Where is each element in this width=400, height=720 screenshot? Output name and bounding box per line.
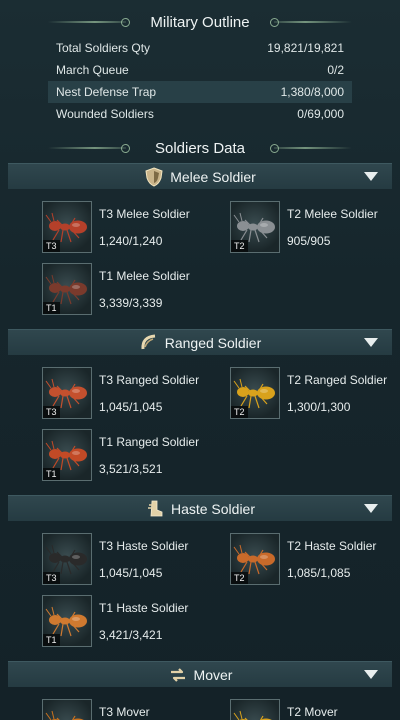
unit-card[interactable]: T3 T3 Ranged Soldier 1,045/1,045	[42, 367, 222, 423]
tier-badge: T1	[43, 634, 60, 646]
stat-value: 19,821/19,821	[267, 41, 344, 55]
unit-name: T1 Haste Soldier	[99, 601, 189, 615]
unit-portrait: T2	[230, 533, 280, 585]
tier-badge: T3	[43, 240, 60, 252]
stat-label: Wounded Soldiers	[56, 107, 154, 121]
ornament-right	[274, 21, 352, 23]
tier-badge: T2	[231, 240, 248, 252]
unit-card[interactable]: T2 T2 Ranged Soldier 1,300/1,300	[230, 367, 400, 423]
category-label: Melee Soldier	[170, 168, 256, 185]
unit-quantity: 3,521/3,521	[99, 462, 163, 476]
unit-name: T2 Ranged Soldier	[287, 373, 388, 387]
unit-name: T1 Melee Soldier	[99, 269, 190, 283]
unit-quantity: 1,045/1,045	[99, 400, 163, 414]
unit-card[interactable]: T2 T2 Mover	[230, 699, 400, 720]
shield-icon	[144, 166, 164, 187]
unit-portrait: T1	[42, 595, 92, 647]
stat-label: Total Soldiers Qty	[56, 41, 151, 55]
category-header-ranged-soldier[interactable]: Ranged Soldier	[8, 329, 392, 355]
unit-portrait: T3	[42, 367, 92, 419]
unit-portrait: T2	[230, 201, 280, 253]
unit-card[interactable]: T1 T1 Ranged Soldier 3,521/3,521	[42, 429, 222, 485]
chevron-down-icon[interactable]	[364, 504, 378, 513]
unit-portrait: T3	[42, 699, 92, 720]
unit-card[interactable]: T2 T2 Melee Soldier 905/905	[230, 201, 400, 257]
stat-value: 1,380/8,000	[280, 85, 344, 99]
unit-quantity: 3,421/3,421	[99, 628, 163, 642]
stat-wounded-soldiers: Wounded Soldiers 0/69,000	[48, 103, 352, 125]
category-label: Haste Soldier	[170, 500, 256, 517]
tier-badge: T3	[43, 406, 60, 418]
category-header-haste-soldier[interactable]: Haste Soldier	[8, 495, 392, 521]
tier-badge: T1	[43, 468, 60, 480]
chevron-down-icon[interactable]	[364, 172, 378, 181]
unit-name: T2 Mover	[287, 705, 338, 719]
unit-portrait: T1	[42, 263, 92, 315]
military-outline-header: Military Outline	[0, 10, 400, 34]
unit-name: T1 Ranged Soldier	[99, 435, 200, 449]
unit-card[interactable]: T3 T3 Haste Soldier 1,045/1,045	[42, 533, 222, 589]
stat-value: 0/69,000	[297, 107, 344, 121]
unit-name: T3 Melee Soldier	[99, 207, 190, 221]
stat-label: Nest Defense Trap	[56, 85, 157, 99]
chevron-down-icon[interactable]	[364, 670, 378, 679]
category-header-melee-soldier[interactable]: Melee Soldier	[8, 163, 392, 189]
soldiers-data-title: Soldiers Data	[154, 139, 246, 157]
unit-name: T3 Mover	[99, 705, 150, 719]
unit-portrait: T3	[42, 533, 92, 585]
unit-quantity: 905/905	[287, 234, 331, 248]
soldiers-data-header: Soldiers Data	[0, 136, 400, 160]
unit-card[interactable]: T3 T3 Mover	[42, 699, 222, 720]
stat-value: 0/2	[327, 63, 344, 77]
ornament-right	[274, 147, 352, 149]
unit-portrait: T2	[230, 699, 280, 720]
stat-total-soldiers: Total Soldiers Qty 19,821/19,821	[48, 37, 352, 59]
unit-card[interactable]: T3 T3 Melee Soldier 1,240/1,240	[42, 201, 222, 257]
tier-badge: T2	[231, 406, 248, 418]
unit-portrait: T2	[230, 367, 280, 419]
unit-card[interactable]: T1 T1 Melee Soldier 3,339/3,339	[42, 263, 222, 319]
arrows-icon	[168, 665, 188, 685]
unit-quantity: 1,300/1,300	[287, 400, 351, 414]
ornament-left	[48, 18, 130, 27]
unit-quantity: 3,339/3,339	[99, 296, 163, 310]
stat-nest-defense-trap: Nest Defense Trap 1,380/8,000	[48, 81, 352, 103]
tier-badge: T3	[43, 572, 60, 584]
ornament-left	[48, 144, 130, 153]
chevron-down-icon[interactable]	[364, 338, 378, 347]
stat-march-queue: March Queue 0/2	[48, 59, 352, 81]
bow-icon	[139, 333, 159, 353]
unit-name: T3 Ranged Soldier	[99, 373, 200, 387]
military-outline-title: Military Outline	[150, 13, 250, 31]
unit-portrait: T1	[42, 429, 92, 481]
outline-stats: Total Soldiers Qty 19,821/19,821 March Q…	[48, 37, 352, 125]
tier-badge: T2	[231, 572, 248, 584]
unit-quantity: 1,240/1,240	[99, 234, 163, 248]
unit-quantity: 1,085/1,085	[287, 566, 351, 580]
category-header-mover[interactable]: Mover	[8, 661, 392, 687]
boot-icon	[145, 499, 165, 519]
unit-card[interactable]: T1 T1 Haste Soldier 3,421/3,421	[42, 595, 222, 651]
unit-card[interactable]: T2 T2 Haste Soldier 1,085/1,085	[230, 533, 400, 589]
unit-quantity: 1,045/1,045	[99, 566, 163, 580]
unit-name: T2 Haste Soldier	[287, 539, 377, 553]
unit-portrait: T3	[42, 201, 92, 253]
unit-name: T2 Melee Soldier	[287, 207, 378, 221]
category-label: Mover	[193, 666, 233, 683]
category-label: Ranged Soldier	[164, 334, 262, 351]
unit-name: T3 Haste Soldier	[99, 539, 189, 553]
stat-label: March Queue	[56, 63, 129, 77]
tier-badge: T1	[43, 302, 60, 314]
